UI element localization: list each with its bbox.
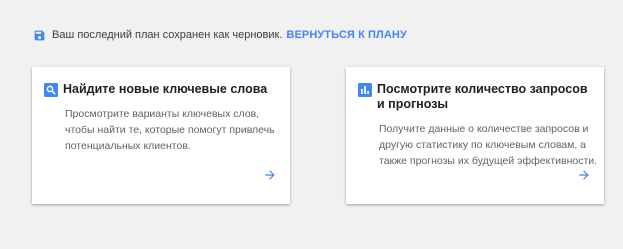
card-header: Найдите новые ключевые слова	[44, 82, 278, 97]
card-title: Найдите новые ключевые слова	[63, 82, 268, 96]
find-keywords-card[interactable]: Найдите новые ключевые слова Просмотрите…	[32, 67, 290, 204]
card-description: Получите данные о количестве запросов и …	[379, 123, 598, 167]
bar-chart-icon	[358, 83, 372, 97]
arrow-right-icon[interactable]	[577, 168, 591, 182]
draft-notice: Ваш последний план сохранен как черновик…	[33, 27, 407, 43]
card-title: Посмотрите количество запросов и прогноз…	[377, 82, 588, 111]
save-icon	[34, 30, 45, 40]
arrow-right-icon[interactable]	[263, 168, 277, 182]
return-to-plan-link[interactable]: ВЕРНУТЬСЯ К ПЛАНУ	[286, 29, 407, 41]
search-icon	[44, 83, 58, 97]
card-description: Просмотрите варианты ключевых слов, чтоб…	[65, 108, 275, 152]
draft-message: Ваш последний план сохранен как черновик…	[52, 29, 283, 41]
search-volume-forecast-card[interactable]: Посмотрите количество запросов и прогноз…	[346, 67, 604, 204]
card-header: Посмотрите количество запросов и прогноз…	[358, 82, 592, 112]
